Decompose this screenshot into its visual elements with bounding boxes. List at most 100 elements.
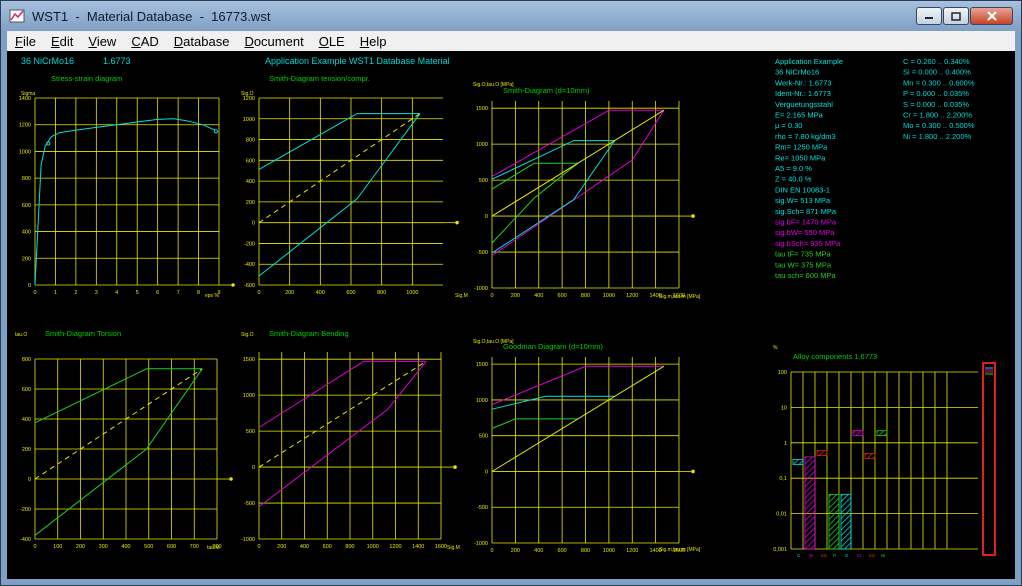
chart-smith_tc: Smith-Diagram tension/compr.Sig.OSig.M0 2…	[241, 74, 468, 299]
chart-stress_strain: Stress-strain diagramSigmaeps %0 1 2 3 4 5 6 7 8…	[19, 74, 235, 299]
y-tick-label: 0	[252, 465, 255, 471]
alloy-bar	[840, 493, 852, 550]
x-tick-label: 1000	[603, 548, 615, 554]
x-tick-label: 200	[511, 293, 520, 299]
y-tick-label: 1500	[243, 357, 255, 363]
menu-file[interactable]: File	[7, 34, 43, 49]
y-tick-label: -1000	[474, 541, 488, 547]
property-line: sig.Sch= 871 MPa	[775, 207, 837, 216]
x-tick-label: 0	[33, 544, 36, 550]
x-tick-label: 400	[121, 544, 130, 550]
x-tick-label: 1400	[412, 544, 424, 550]
y-tick-label: 1000	[19, 149, 31, 155]
y-tick-label: 800	[22, 176, 31, 182]
x-tick-label: 800	[212, 544, 221, 550]
property-line: sig.bW= 550 MPa	[775, 228, 835, 237]
maximize-button[interactable]	[943, 7, 969, 25]
series-line	[258, 113, 420, 170]
property-line: tau sch= 600 MPa	[775, 271, 836, 280]
y-tick-label: 1	[784, 441, 787, 447]
property-line: rho = 7.80 kg/dm3	[775, 132, 836, 141]
series-line	[258, 360, 427, 428]
property-line: 36 NiCrMo16	[775, 68, 819, 77]
y-axis-label: tau.O	[15, 332, 27, 338]
x-tick-label: 7	[177, 290, 180, 296]
x-tick-label: 0	[257, 290, 260, 296]
x-tick-label: 600	[167, 544, 176, 550]
x-tick-label: 400	[534, 293, 543, 299]
drawing-canvas: 36 NiCrMo16 1.6773 Application Example WST…	[15, 56, 996, 558]
x-tick-label: 1400	[650, 548, 662, 554]
y-tick-label: 500	[479, 178, 488, 184]
series-line	[491, 162, 579, 244]
x-tick-label: Si	[809, 553, 813, 558]
y-tick-label: 0,001	[773, 547, 787, 553]
app-icon	[9, 9, 25, 23]
chart-title: Smith-Diagram (d=10mm)	[503, 86, 590, 95]
y-tick-label: 600	[22, 203, 31, 209]
x-tick-label: 400	[316, 290, 325, 296]
menu-cad[interactable]: CAD	[123, 34, 165, 49]
y-tick-label: 1000	[243, 393, 255, 399]
property-line: A5 = 9.0 %	[775, 164, 812, 173]
y-tick-label: 1200	[243, 96, 255, 102]
series-line	[34, 368, 203, 480]
y-tick-label: 0,1	[779, 476, 787, 482]
property-line: sig.bSch= 935 MPa	[775, 239, 841, 248]
property-line: sig.W= 513 MPa	[775, 196, 831, 205]
x-tick-label: 1200	[626, 293, 638, 299]
property-line: Application Example	[775, 57, 843, 66]
x-tick-label: 0	[490, 293, 493, 299]
x-tick-label: Cr	[857, 553, 862, 558]
minimize-icon	[925, 17, 933, 19]
property-line: tau tF= 735 MPa	[775, 250, 831, 259]
x-tick-label: 500	[144, 544, 153, 550]
chart-title: Smith-Diagram tension/compr.	[269, 74, 370, 83]
menu-view[interactable]: View	[80, 34, 123, 49]
x-tick-label: 800	[345, 544, 354, 550]
x-tick-label: 1000	[406, 290, 418, 296]
x-tick-label: 200	[277, 544, 286, 550]
series-line	[491, 109, 665, 217]
x-tick-label: 8	[197, 290, 200, 296]
menu-ole[interactable]: OLE	[311, 34, 352, 49]
series-line	[34, 368, 203, 424]
y-tick-label: 0	[485, 214, 488, 220]
composition-line: Cr = 1.800 .. 2.200%	[903, 111, 972, 120]
y-tick-label: 200	[22, 256, 31, 262]
alloy-bar	[864, 453, 876, 459]
title-bar[interactable]: WST1 - Material Database - 16773.wst	[1, 1, 1021, 31]
property-line: μ = 0.30	[775, 121, 802, 130]
x-tick-label: 600	[346, 290, 355, 296]
header-caption: Application Example WST1 Database Materi…	[265, 56, 450, 66]
y-axis-label: %	[773, 345, 778, 351]
alloy-bar	[816, 450, 828, 457]
menu-database[interactable]: Database	[166, 34, 237, 49]
x-tick-label: 100	[53, 544, 62, 550]
y-tick-label: 0	[28, 477, 31, 483]
composition-line: P = 0.000 .. 0.035%	[903, 89, 969, 98]
alloy-bar	[792, 458, 804, 465]
x-tick-label: 600	[558, 548, 567, 554]
data-marker	[213, 129, 219, 134]
chart-smith_10: Smith-Diagram (d=10mm)Sig.O,tau.O [MPa]S…	[473, 82, 701, 300]
y-tick-label: 1400	[19, 96, 31, 102]
menu-document[interactable]: Document	[236, 34, 310, 49]
composition-line: Mo = 0.300 .. 0.500%	[903, 121, 975, 130]
x-tick-label: 800	[581, 548, 590, 554]
axis-marker	[231, 283, 235, 287]
y-tick-label: 600	[246, 158, 255, 164]
menu-edit[interactable]: Edit	[43, 34, 80, 49]
minimize-button[interactable]	[916, 7, 942, 25]
y-tick-label: 1500	[476, 106, 488, 112]
x-tick-label: 600	[558, 293, 567, 299]
x-tick-label: 800	[377, 290, 386, 296]
x-tick-label: 200	[285, 290, 294, 296]
property-line: Z = 40.0 %	[775, 175, 812, 184]
chart-title: Smith-Diagram Bending	[269, 329, 349, 338]
close-button[interactable]	[970, 7, 1013, 25]
y-tick-label: 200	[22, 447, 31, 453]
composition-line: C = 0.260 .. 0.340%	[903, 57, 970, 66]
property-line: sig.bF= 1470 MPa	[775, 218, 837, 227]
menu-help[interactable]: Help	[352, 34, 394, 49]
